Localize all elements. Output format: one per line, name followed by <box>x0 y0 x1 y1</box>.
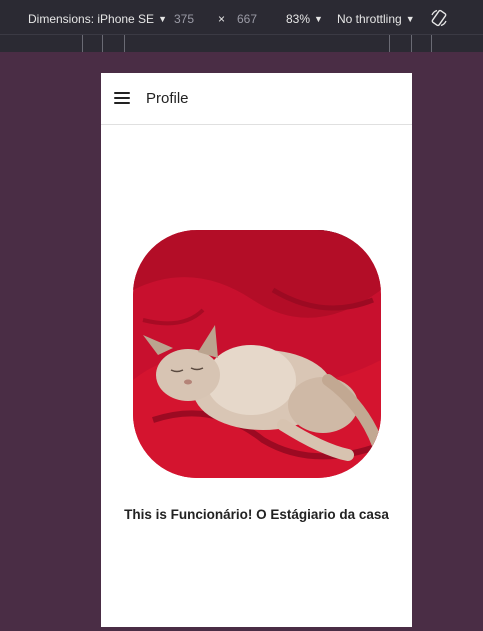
hamburger-menu-icon[interactable] <box>114 92 130 106</box>
profile-caption: This is Funcionário! O Estágiario da cas… <box>124 507 389 522</box>
throttling-label: No throttling <box>337 12 402 26</box>
cat-photo <box>133 230 381 478</box>
page-title: Profile <box>146 90 189 107</box>
zoom-label: 83% <box>286 12 311 26</box>
devtools-toolbar: Dimensions: iPhone SE ▼ 375 × 667 83% ▼ No… <box>0 0 483 34</box>
zoom-selector[interactable]: 83% ▼ <box>286 11 323 28</box>
ruler-tick <box>431 35 432 52</box>
device-selector-label: Dimensions: iPhone SE <box>28 12 155 26</box>
app-bar: Profile <box>101 73 412 125</box>
device-viewport: Profile This is Funcionário! O Estágiari… <box>101 73 412 627</box>
ruler-tick <box>102 35 103 52</box>
ruler-tick <box>389 35 390 52</box>
media-query-ruler <box>0 34 483 52</box>
rotate-device-icon[interactable] <box>430 9 448 27</box>
throttling-selector[interactable]: No throttling ▼ <box>337 11 415 28</box>
ruler-tick <box>82 35 83 52</box>
chevron-down-icon: ▼ <box>158 14 167 24</box>
dimension-separator: × <box>218 12 226 26</box>
device-selector[interactable]: Dimensions: iPhone SE ▼ <box>28 11 167 28</box>
height-input[interactable]: 667 <box>237 11 257 27</box>
width-input[interactable]: 375 <box>174 11 194 27</box>
ruler-tick <box>411 35 412 52</box>
ruler-tick <box>124 35 125 52</box>
chevron-down-icon: ▼ <box>314 14 323 24</box>
profile-photo <box>133 230 381 478</box>
chevron-down-icon: ▼ <box>405 14 415 24</box>
